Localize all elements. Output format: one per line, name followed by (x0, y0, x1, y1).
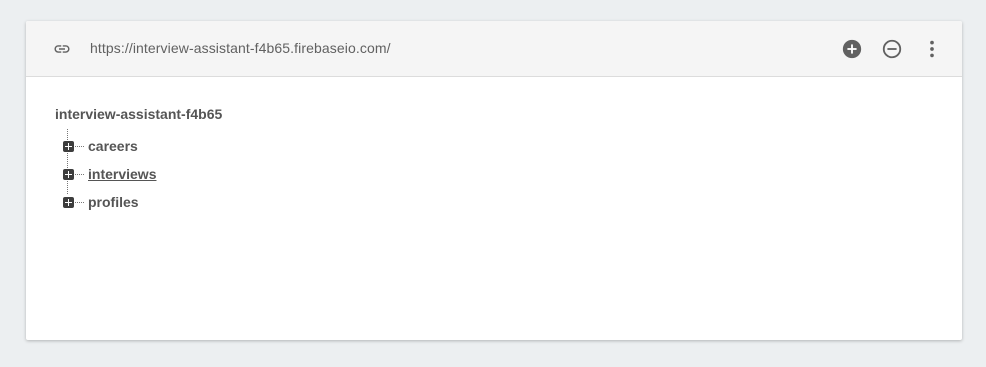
url-bar: https://interview-assistant-f4b65.fireba… (26, 21, 962, 77)
more-options-button[interactable] (920, 37, 944, 61)
database-url[interactable]: https://interview-assistant-f4b65.fireba… (90, 40, 391, 56)
data-tree: interview-assistant-f4b65 careers interv… (55, 105, 222, 217)
tree-node-label[interactable]: interviews (88, 166, 156, 182)
remove-button[interactable] (880, 37, 904, 61)
tree-node-label[interactable]: careers (88, 138, 138, 154)
add-button[interactable] (840, 37, 864, 61)
link-icon (54, 45, 70, 53)
expand-icon[interactable] (63, 169, 74, 180)
tree-node-label[interactable]: profiles (88, 194, 139, 210)
tree-root-label[interactable]: interview-assistant-f4b65 (55, 105, 222, 123)
tree-node-interviews: interviews (55, 161, 222, 189)
database-panel: https://interview-assistant-f4b65.fireba… (26, 21, 962, 340)
tree-node-profiles: profiles (55, 189, 222, 217)
more-vert-icon (930, 40, 934, 58)
expand-icon[interactable] (63, 197, 74, 208)
url-bar-actions (840, 37, 944, 61)
expand-icon[interactable] (63, 141, 74, 152)
tree-node-careers: careers (55, 133, 222, 161)
remove-icon (882, 39, 902, 59)
tree-branch-line (75, 202, 84, 203)
tree-children: careers interviews profiles (55, 129, 222, 217)
tree-branch-line (75, 174, 84, 175)
tree-branch-line (75, 146, 84, 147)
add-icon (842, 39, 862, 59)
